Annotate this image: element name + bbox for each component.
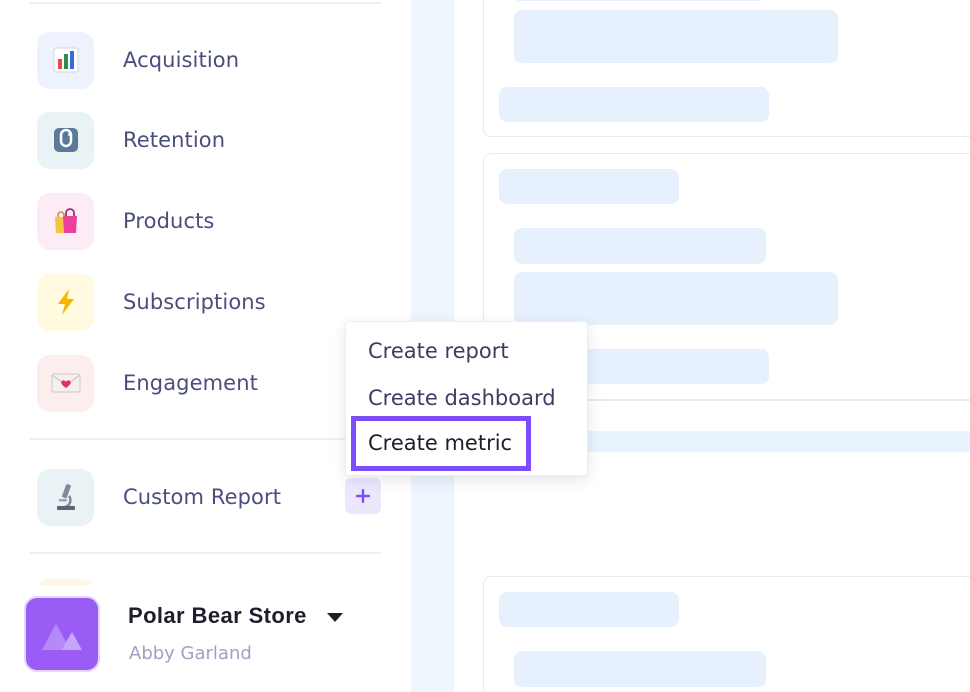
skeleton-bar xyxy=(514,228,766,264)
retention-loop-icon xyxy=(37,111,94,169)
sidebar-divider xyxy=(30,438,381,440)
sidebar-item-label: Custom Report xyxy=(123,485,282,509)
sidebar-item-products[interactable]: Products xyxy=(37,192,382,250)
sidebar-item-label: Retention xyxy=(123,128,226,152)
user-name: Abby Garland xyxy=(129,643,252,664)
skeleton-bar xyxy=(514,272,838,325)
sidebar-item-retention[interactable]: Retention xyxy=(37,111,382,169)
shopping-bags-icon xyxy=(37,192,94,250)
menu-item-create-metric[interactable]: Create metric xyxy=(351,416,531,471)
sidebar-item-label: Engagement xyxy=(123,371,258,395)
sidebar-item-engagement[interactable]: Engagement xyxy=(37,354,382,412)
skeleton-bar xyxy=(499,87,769,122)
store-switcher[interactable]: Polar Bear Store Abby Garland xyxy=(0,585,411,692)
skeleton-bar xyxy=(514,0,764,1)
sidebar-item-label: Subscriptions xyxy=(123,290,266,314)
sidebar-divider-top xyxy=(30,2,381,4)
menu-item-create-dashboard[interactable]: Create dashboard xyxy=(368,386,556,410)
menu-item-create-report[interactable]: Create report xyxy=(368,339,509,363)
skeleton-bar xyxy=(514,10,838,63)
create-menu: Create report Create dashboard Create me… xyxy=(345,321,588,476)
skeleton-card xyxy=(483,576,970,692)
bar-chart-icon xyxy=(37,31,94,89)
plus-icon xyxy=(356,489,370,503)
skeleton-bar xyxy=(499,592,679,627)
skeleton-card xyxy=(483,0,970,137)
add-custom-report-button[interactable] xyxy=(345,478,381,514)
lightning-icon xyxy=(37,273,94,331)
sidebar-item-subscriptions[interactable]: Subscriptions xyxy=(37,273,382,331)
sidebar-item-custom-report[interactable]: Custom Report xyxy=(37,468,382,526)
sidebar-item-acquisition[interactable]: Acquisition xyxy=(37,31,382,89)
sidebar-item-label: Acquisition xyxy=(123,48,240,72)
love-letter-icon xyxy=(37,354,94,412)
store-avatar xyxy=(24,596,100,672)
chevron-down-icon[interactable] xyxy=(327,613,343,622)
microscope-icon xyxy=(37,468,94,526)
sidebar-divider xyxy=(30,552,381,554)
sidebar-item-label: Products xyxy=(123,209,215,233)
skeleton-bar xyxy=(499,169,679,204)
store-name: Polar Bear Store xyxy=(128,603,307,628)
skeleton-bar xyxy=(514,651,766,687)
mountain-image-icon xyxy=(42,624,82,650)
